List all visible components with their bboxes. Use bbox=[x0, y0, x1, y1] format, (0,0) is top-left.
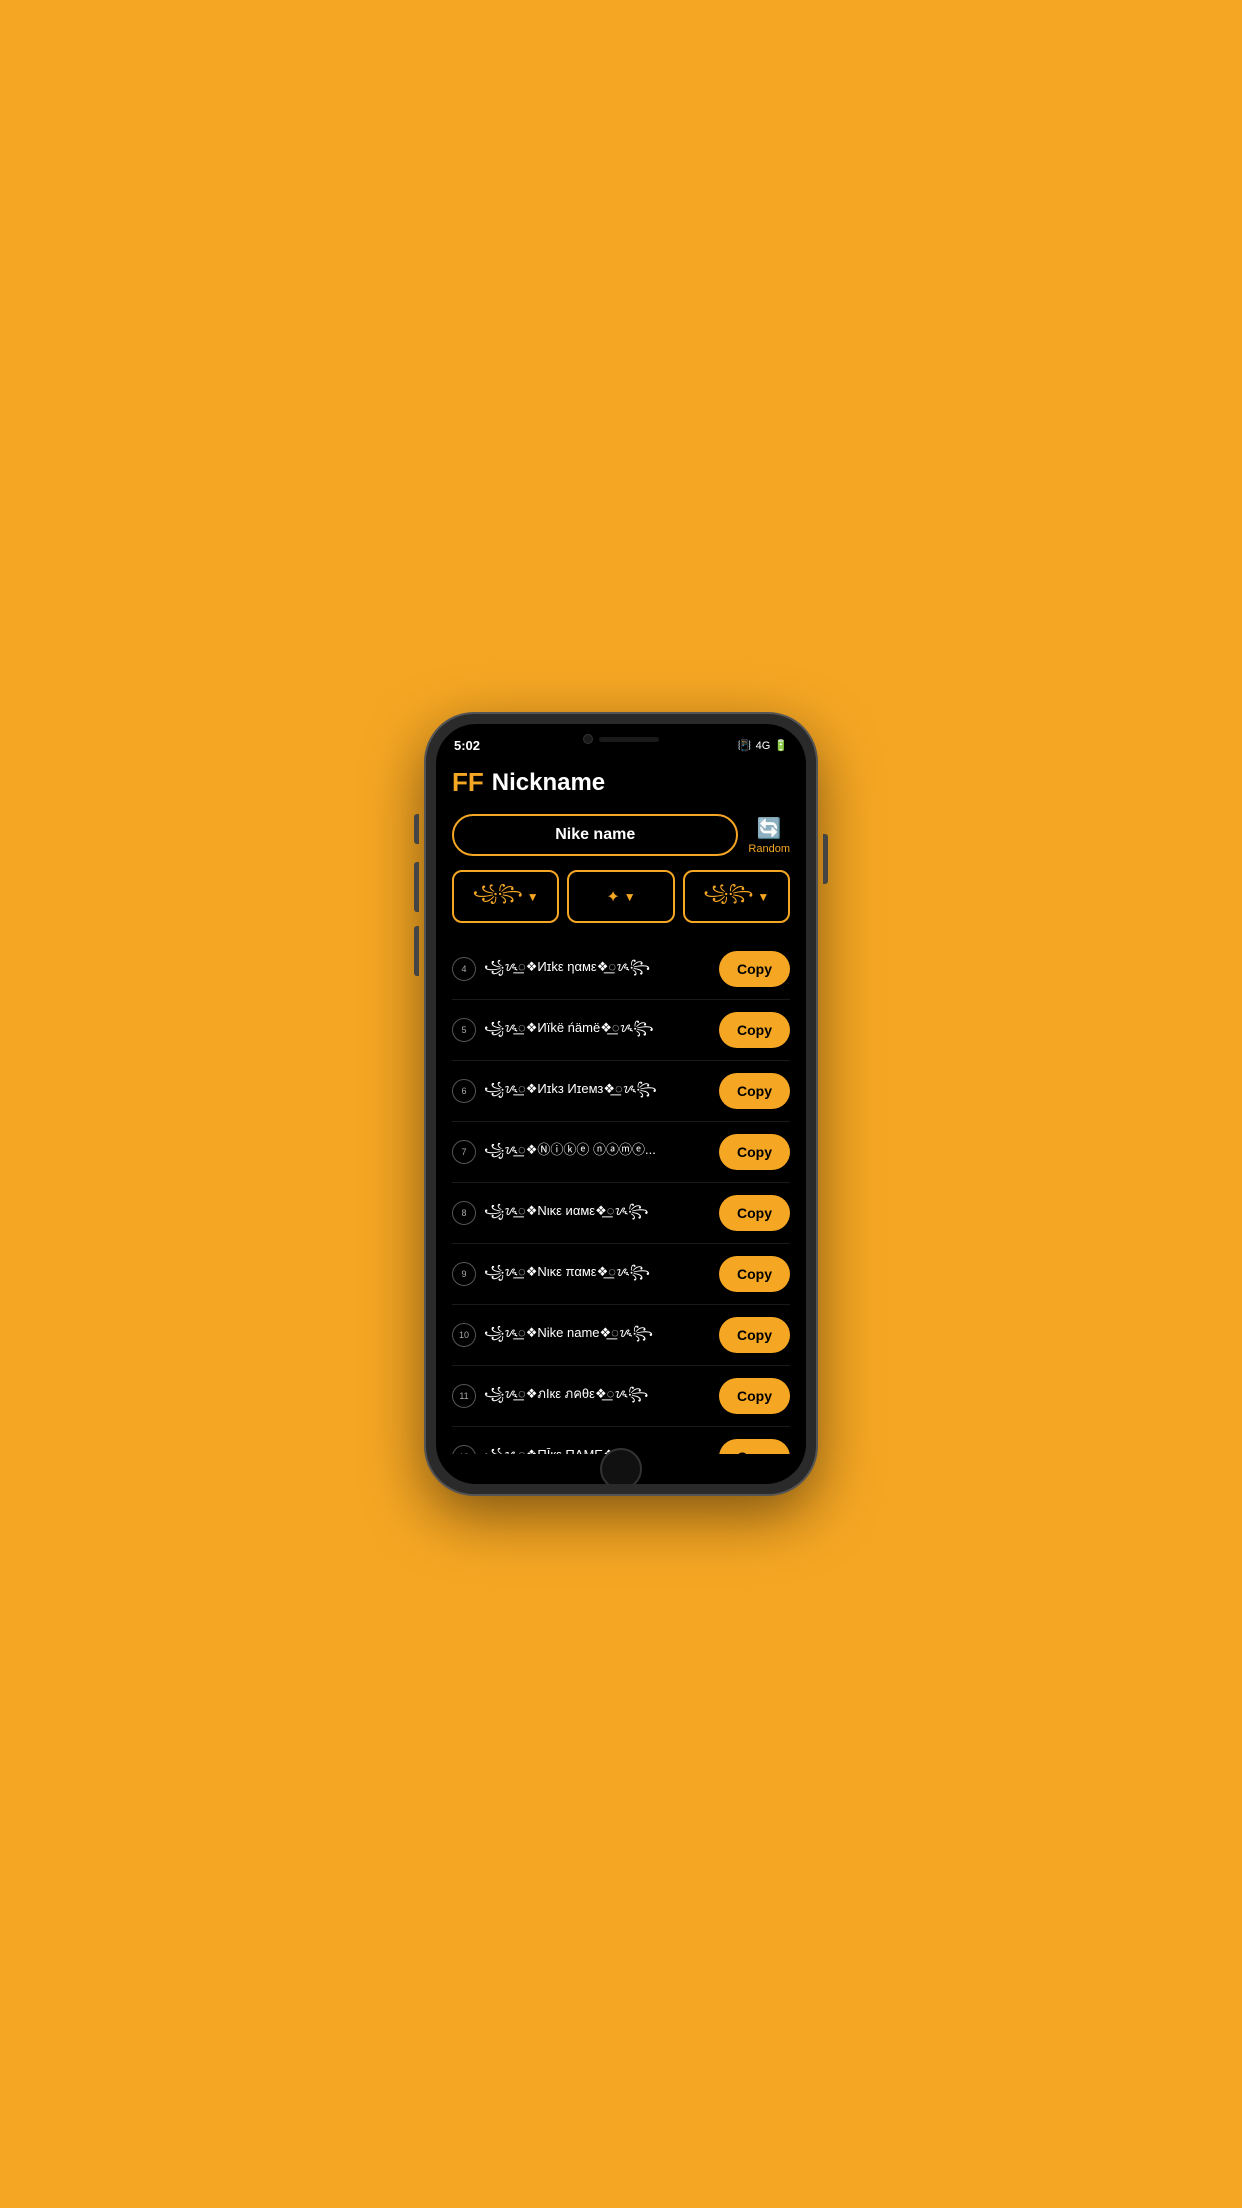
list-item: 5 ꧁ᝰ꯭❖Иïkë ńämë❖꯭ᝰ꧂ Copy bbox=[452, 1000, 790, 1061]
copy-button-12[interactable]: Copy bbox=[719, 1439, 790, 1454]
copy-button-10[interactable]: Copy bbox=[719, 1317, 790, 1353]
list-item: 4 ꧁ᝰ꯭❖Иɪkε ηαмε❖꯭ᝰ꧂ Copy bbox=[452, 939, 790, 1000]
copy-button-4[interactable]: Copy bbox=[719, 951, 790, 987]
random-button[interactable]: 🔄 Random bbox=[748, 816, 790, 855]
item-text: ꧁ᝰ꯭❖Иɪkз Иɪемз❖꯭ᝰ꧂ bbox=[484, 1078, 711, 1105]
list-item: 9 ꧁ᝰ꯭❖Νικε παмε❖꯭ᝰ꧂ Copy bbox=[452, 1244, 790, 1305]
status-icons: 📳 4G 🔋 bbox=[738, 739, 788, 752]
speaker-icon bbox=[599, 737, 659, 742]
search-row: Nike name 🔄 Random bbox=[452, 814, 790, 856]
item-text: ꧁ᝰ꯭❖Νικε παмε❖꯭ᝰ꧂ bbox=[484, 1261, 711, 1288]
filter-symbol-1: ꧁꧂ bbox=[473, 880, 523, 913]
copy-button-7[interactable]: Copy bbox=[719, 1134, 790, 1170]
random-label: Random bbox=[748, 843, 790, 855]
item-left: 9 ꧁ᝰ꯭❖Νικε παмε❖꯭ᝰ꧂ bbox=[452, 1261, 711, 1288]
item-number: 12 bbox=[452, 1445, 476, 1454]
item-left: 6 ꧁ᝰ꯭❖Иɪkз Иɪемз❖꯭ᝰ꧂ bbox=[452, 1078, 711, 1105]
item-left: 11 ꧁ᝰ꯭❖ภIкε ภคθε❖꯭ᝰ꧂ bbox=[452, 1383, 711, 1410]
home-button[interactable] bbox=[600, 1448, 642, 1484]
search-input[interactable]: Nike name bbox=[452, 814, 738, 856]
item-text: ꧁ᝰ꯭❖Иɪkε ηαмε❖꯭ᝰ꧂ bbox=[484, 956, 711, 983]
item-number: 8 bbox=[452, 1201, 476, 1225]
item-number: 6 bbox=[452, 1079, 476, 1103]
filter-button-2[interactable]: ✦ ▼ bbox=[567, 870, 674, 923]
chevron-down-icon-3: ▼ bbox=[757, 890, 769, 904]
copy-button-6[interactable]: Copy bbox=[719, 1073, 790, 1109]
copy-button-9[interactable]: Copy bbox=[719, 1256, 790, 1292]
nickname-list: 4 ꧁ᝰ꯭❖Иɪkε ηαмε❖꯭ᝰ꧂ Copy 5 ꧁ᝰ꯭❖Иïkë ńämë… bbox=[452, 939, 790, 1454]
phone-frame: 5:02 📳 4G 🔋 FF Nickname Nike name 🔄 Rand… bbox=[426, 714, 816, 1494]
home-indicator[interactable] bbox=[436, 1454, 806, 1484]
item-number: 4 bbox=[452, 957, 476, 981]
item-text: ꧁ᝰ꯭❖Ⓝⓘⓚⓔ ⓝⓐⓜⓔ... bbox=[484, 1139, 711, 1166]
battery-icon: 🔋 bbox=[774, 739, 788, 752]
item-left: 7 ꧁ᝰ꯭❖Ⓝⓘⓚⓔ ⓝⓐⓜⓔ... bbox=[452, 1139, 711, 1166]
item-left: 5 ꧁ᝰ꯭❖Иïkë ńämë❖꯭ᝰ꧂ bbox=[452, 1017, 711, 1044]
nickname-label: Nickname bbox=[492, 769, 605, 797]
filter-symbol-3: ꧁꧂ bbox=[703, 880, 753, 913]
vibrate-icon: 📳 bbox=[738, 739, 752, 752]
item-number: 5 bbox=[452, 1018, 476, 1042]
phone-notch bbox=[583, 734, 659, 744]
filter-button-3[interactable]: ꧁꧂ ▼ bbox=[683, 870, 790, 923]
ff-label: FF bbox=[452, 767, 484, 798]
list-item: 8 ꧁ᝰ꯭❖Νικε иαмε❖꯭ᝰ꧂ Copy bbox=[452, 1183, 790, 1244]
app-title: FF Nickname bbox=[452, 767, 790, 798]
chevron-down-icon-1: ▼ bbox=[527, 890, 539, 904]
item-text: ꧁ᝰ꯭❖ПĪкε ΠΑΜΕ❖꯭ᝰ... bbox=[484, 1444, 711, 1455]
copy-button-11[interactable]: Copy bbox=[719, 1378, 790, 1414]
list-item: 6 ꧁ᝰ꯭❖Иɪkз Иɪемз❖꯭ᝰ꧂ Copy bbox=[452, 1061, 790, 1122]
item-text: ꧁ᝰ꯭❖Νικε иαмε❖꯭ᝰ꧂ bbox=[484, 1200, 711, 1227]
item-number: 9 bbox=[452, 1262, 476, 1286]
item-text: ꧁ᝰ꯭❖Иïkë ńämë❖꯭ᝰ꧂ bbox=[484, 1017, 711, 1044]
item-text: ꧁ᝰ꯭❖ภIкε ภคθε❖꯭ᝰ꧂ bbox=[484, 1383, 711, 1410]
copy-button-5[interactable]: Copy bbox=[719, 1012, 790, 1048]
item-left: 4 ꧁ᝰ꯭❖Иɪkε ηαмε❖꯭ᝰ꧂ bbox=[452, 956, 711, 983]
item-number: 7 bbox=[452, 1140, 476, 1164]
chevron-down-icon-2: ▼ bbox=[624, 890, 636, 904]
random-icon: 🔄 bbox=[757, 816, 782, 841]
phone-screen: 5:02 📳 4G 🔋 FF Nickname Nike name 🔄 Rand… bbox=[436, 724, 806, 1484]
item-number: 10 bbox=[452, 1323, 476, 1347]
item-left: 10 ꧁ᝰ꯭❖Nike name❖꯭ᝰ꧂ bbox=[452, 1322, 711, 1349]
item-text: ꧁ᝰ꯭❖Nike name❖꯭ᝰ꧂ bbox=[484, 1322, 711, 1349]
list-item: 11 ꧁ᝰ꯭❖ภIкε ภคθε❖꯭ᝰ꧂ Copy bbox=[452, 1366, 790, 1427]
filter-row: ꧁꧂ ▼ ✦ ▼ ꧁꧂ ▼ bbox=[452, 870, 790, 923]
item-left: 8 ꧁ᝰ꯭❖Νικε иαмε❖꯭ᝰ꧂ bbox=[452, 1200, 711, 1227]
camera-icon bbox=[583, 734, 593, 744]
item-number: 11 bbox=[452, 1384, 476, 1408]
filter-symbol-2: ✦ bbox=[606, 887, 619, 907]
copy-button-8[interactable]: Copy bbox=[719, 1195, 790, 1231]
list-item: 10 ꧁ᝰ꯭❖Nike name❖꯭ᝰ꧂ Copy bbox=[452, 1305, 790, 1366]
status-time: 5:02 bbox=[454, 738, 480, 753]
signal-icon: 4G bbox=[756, 740, 771, 752]
filter-button-1[interactable]: ꧁꧂ ▼ bbox=[452, 870, 559, 923]
list-item: 7 ꧁ᝰ꯭❖Ⓝⓘⓚⓔ ⓝⓐⓜⓔ... Copy bbox=[452, 1122, 790, 1183]
item-left: 12 ꧁ᝰ꯭❖ПĪкε ΠΑΜΕ❖꯭ᝰ... bbox=[452, 1444, 711, 1455]
app-content: FF Nickname Nike name 🔄 Random ꧁꧂ ▼ ✦ bbox=[436, 757, 806, 1454]
